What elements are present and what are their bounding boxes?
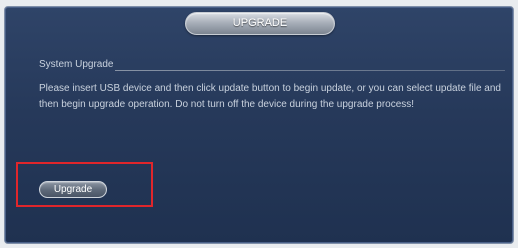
- dialog-title: UPGRADE: [232, 17, 288, 29]
- dialog-title-bar: UPGRADE: [185, 12, 335, 35]
- upgrade-dialog: UPGRADE System Upgrade Please insert USB…: [4, 6, 514, 244]
- upgrade-button[interactable]: Upgrade: [39, 181, 107, 198]
- upgrade-instructions: Please insert USB device and then click …: [39, 83, 501, 110]
- section-divider: [115, 70, 505, 71]
- section-title: System Upgrade: [39, 59, 114, 70]
